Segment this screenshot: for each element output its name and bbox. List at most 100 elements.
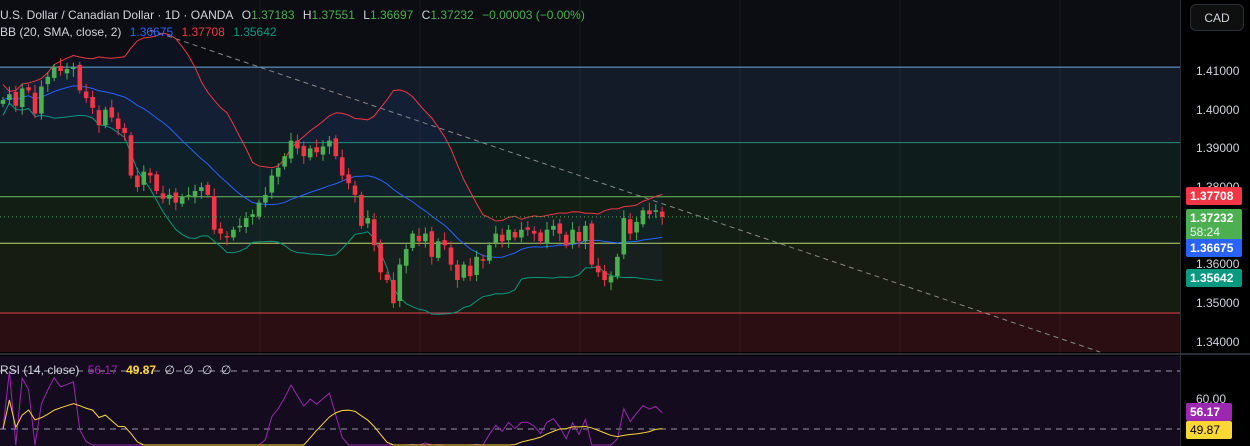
price-chart[interactable] bbox=[0, 0, 1180, 353]
candle-body bbox=[365, 218, 371, 224]
candle-body bbox=[525, 227, 531, 230]
candle-body bbox=[19, 88, 25, 108]
candle-body bbox=[39, 86, 44, 114]
price-tick: 1.41000 bbox=[1196, 64, 1240, 78]
candle-body bbox=[256, 202, 262, 217]
candle-body bbox=[160, 193, 166, 199]
candle-body bbox=[288, 140, 294, 159]
rsi-line bbox=[2, 370, 663, 446]
rsi-extra: ∅ bbox=[202, 363, 213, 377]
candle-body bbox=[32, 92, 38, 114]
candle-body bbox=[410, 233, 415, 248]
symbol-title: U.S. Dollar / Canadian Dollar · 1D · OAN… bbox=[0, 8, 234, 22]
candle-body bbox=[455, 264, 460, 281]
candle-body bbox=[243, 218, 249, 228]
candle-body bbox=[173, 192, 179, 203]
open-value: 1.37183 bbox=[251, 8, 295, 22]
candle-body bbox=[487, 245, 492, 261]
bb-upper-tag: 1.37708 bbox=[1186, 187, 1242, 205]
candle-body bbox=[435, 241, 441, 258]
candle-body bbox=[109, 107, 115, 118]
rsi-ma-tag: 49.87 bbox=[1186, 421, 1232, 439]
candle-body bbox=[403, 249, 409, 266]
ohlc-high: H1.37551 bbox=[303, 8, 355, 22]
candle-body bbox=[301, 146, 307, 157]
candle-body bbox=[269, 175, 275, 193]
bb-legend[interactable]: BB (20, SMA, close, 2) 1.36675 1.37708 1… bbox=[0, 25, 282, 39]
candle-body bbox=[359, 194, 364, 226]
candle-body bbox=[467, 265, 473, 277]
candle-body bbox=[352, 185, 358, 195]
candle-body bbox=[448, 247, 454, 265]
candle-body bbox=[608, 276, 614, 283]
rsi-label: RSI (14, close) bbox=[0, 363, 80, 377]
candle-body bbox=[647, 210, 652, 215]
candle-body bbox=[371, 219, 377, 246]
candle-body bbox=[615, 256, 620, 277]
ohlc-low: L1.36697 bbox=[363, 8, 413, 22]
candle-body bbox=[64, 69, 70, 74]
rsi-extra: ∅ bbox=[183, 363, 194, 377]
candle-body bbox=[378, 244, 383, 273]
rsi-legend[interactable]: RSI (14, close) 56.17 49.87 ∅ ∅ ∅ ∅ bbox=[0, 363, 236, 377]
candle-body bbox=[339, 157, 345, 176]
low-label: L bbox=[363, 8, 370, 22]
candle-body bbox=[147, 172, 153, 176]
bb-basis-value: 1.36675 bbox=[129, 25, 174, 39]
last-price: 1.37232 bbox=[1190, 211, 1234, 225]
candle-body bbox=[71, 67, 76, 70]
high-label: H bbox=[302, 8, 312, 22]
price-change: −0.00003 (−0.00%) bbox=[482, 8, 585, 22]
candle-body bbox=[154, 174, 159, 192]
pane-separator[interactable] bbox=[0, 353, 1250, 355]
candle-body bbox=[199, 187, 204, 192]
bb-lower-value: 1.35642 bbox=[233, 25, 277, 39]
candle-body bbox=[263, 194, 268, 203]
candle-body bbox=[551, 225, 556, 230]
symbol-legend: U.S. Dollar / Canadian Dollar · 1D · OAN… bbox=[0, 8, 590, 22]
bb-upper-value: 1.37708 bbox=[181, 25, 225, 39]
candle-body bbox=[602, 271, 607, 281]
candle-body bbox=[493, 233, 499, 243]
candle-body bbox=[570, 229, 575, 245]
rsi-value: 56.17 bbox=[87, 363, 118, 377]
candle-body bbox=[391, 280, 396, 304]
candle-body bbox=[563, 234, 569, 246]
candle-body bbox=[45, 76, 51, 85]
candle-body bbox=[141, 171, 147, 185]
candle-body bbox=[474, 256, 479, 276]
candle-body bbox=[26, 87, 31, 91]
candle-body bbox=[211, 196, 217, 230]
candle-body bbox=[659, 211, 665, 217]
bb-basis-tag: 1.36675 bbox=[1186, 239, 1242, 257]
low-value: 1.36697 bbox=[369, 8, 414, 22]
candle-body bbox=[320, 146, 326, 155]
price-tick: 1.34000 bbox=[1196, 335, 1240, 349]
candle-body bbox=[519, 229, 524, 238]
ohlc-open: O1.37183 bbox=[242, 8, 295, 22]
candle-body bbox=[167, 194, 172, 199]
candle-body bbox=[583, 225, 588, 242]
candle-body bbox=[557, 223, 563, 234]
candle-body bbox=[192, 191, 198, 198]
candle-body bbox=[506, 229, 511, 241]
candle-body bbox=[122, 127, 127, 133]
candle-body bbox=[544, 229, 550, 244]
price-tick: 1.40000 bbox=[1196, 103, 1240, 117]
candle-body bbox=[115, 118, 121, 130]
candle-body bbox=[128, 135, 134, 176]
candle-body bbox=[135, 175, 140, 188]
candle-body bbox=[295, 140, 300, 149]
candle-body bbox=[179, 196, 185, 204]
candle-body bbox=[327, 140, 332, 147]
currency-button[interactable]: CAD bbox=[1190, 4, 1244, 31]
candle-body bbox=[231, 229, 236, 238]
candle-body bbox=[186, 194, 191, 196]
candle-body bbox=[51, 67, 57, 78]
candle-body bbox=[224, 235, 230, 238]
candle-body bbox=[237, 225, 243, 228]
candle-body bbox=[512, 232, 518, 238]
candle-body bbox=[480, 259, 486, 261]
candle-body bbox=[384, 274, 390, 281]
candle-body bbox=[442, 240, 447, 246]
